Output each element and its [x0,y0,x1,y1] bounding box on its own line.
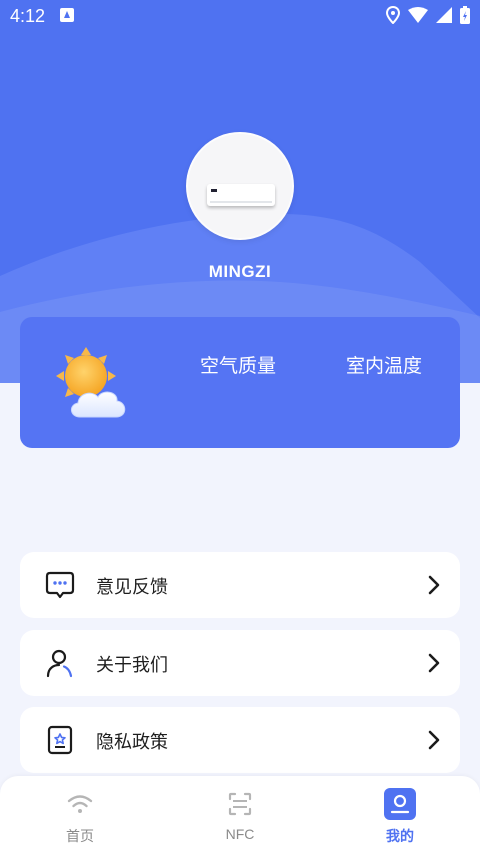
menu-item-about[interactable]: 关于我们 [20,630,460,696]
battery-icon [460,6,470,24]
bottom-tab-bar: 首页 NFC 我的 [0,776,480,852]
wifi-signal-icon [408,7,428,23]
air-conditioner-icon [207,184,275,206]
profile-name: MINGZI [208,262,272,281]
sun-cloud-icon [56,347,126,418]
nfc-scan-icon [228,792,252,816]
chevron-right-icon [428,730,440,750]
tab-label: 首页 [66,828,94,844]
profile-icon [384,788,416,820]
menu-item-label: 意见反馈 [96,577,168,598]
tab-nfc[interactable]: NFC [160,776,320,852]
menu-item-feedback[interactable]: 意见反馈 [20,552,460,618]
location-icon [386,6,400,24]
menu-item-label: 隐私政策 [96,732,168,753]
cell-signal-icon [436,7,452,23]
status-bar: 4:12 [0,0,480,32]
tab-mine[interactable]: 我的 [320,776,480,852]
tab-home[interactable]: 首页 [0,776,160,852]
chevron-right-icon [428,653,440,673]
device-avatar[interactable] [186,132,294,240]
feedback-icon [45,571,75,599]
air-quality-label: 空气质量 [200,355,277,377]
privacy-icon [47,725,73,755]
menu-item-label: 关于我们 [96,655,168,676]
notification-icon [60,8,74,22]
chevron-right-icon [428,575,440,595]
tab-label: 我的 [386,828,414,844]
wifi-icon [67,795,93,813]
weather-card: 空气质量 室内温度 [20,317,460,448]
status-time: 4:12 [10,6,46,26]
user-icon [46,649,73,678]
indoor-temp-label: 室内温度 [346,355,423,377]
tab-label: NFC [225,826,255,842]
menu-item-privacy[interactable]: 隐私政策 [20,707,460,773]
